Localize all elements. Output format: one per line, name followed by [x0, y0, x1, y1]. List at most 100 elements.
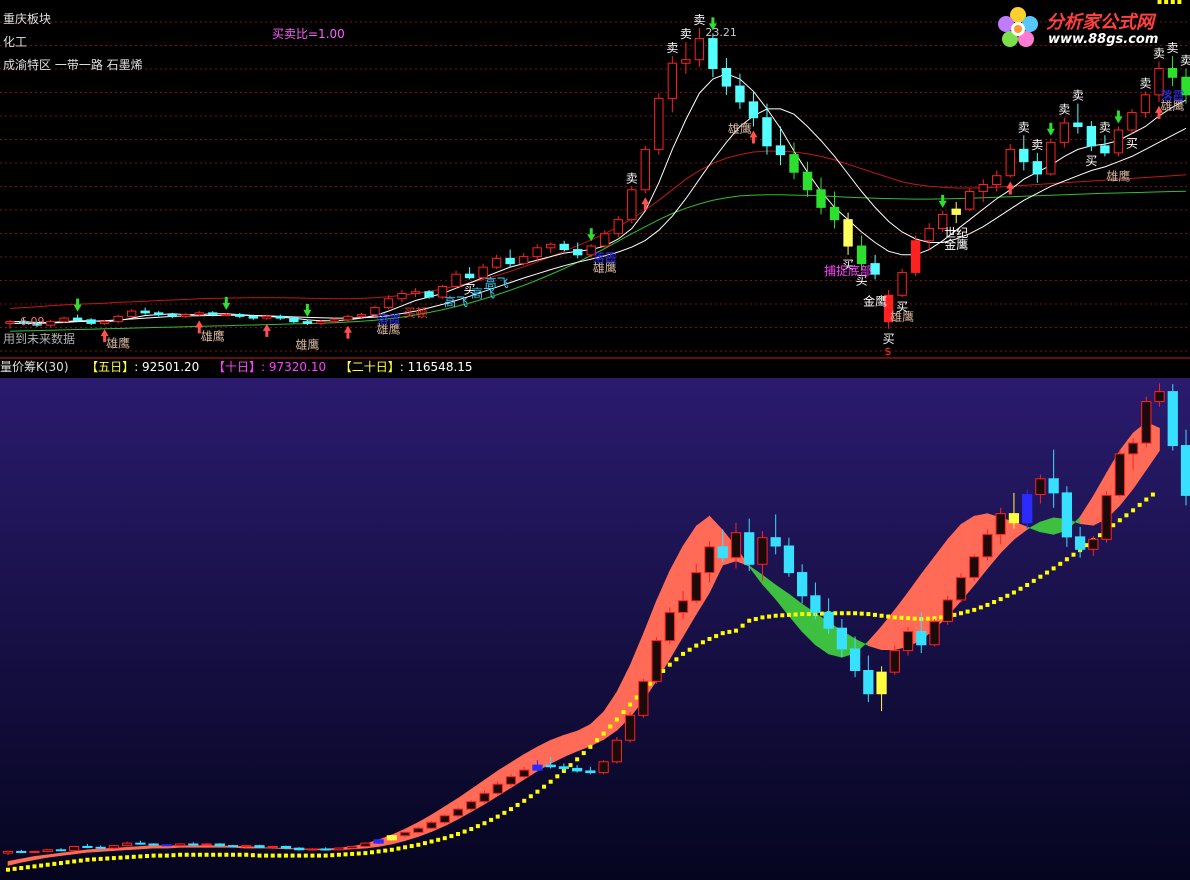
indicator-candle-body	[955, 577, 967, 601]
indicator-candle-body	[1127, 442, 1139, 455]
buy-signal-label: 买	[1085, 154, 1097, 168]
price-candle-body	[856, 245, 867, 265]
indicator-candle-body	[505, 776, 517, 785]
eagle-signal-label: 雄鹰	[1106, 168, 1130, 183]
indicator-candle-body	[889, 650, 900, 673]
industry-label: 化工	[3, 35, 28, 49]
d20-label: 【二十日】	[339, 360, 400, 374]
support-dot	[191, 852, 196, 857]
support-dot	[522, 798, 527, 803]
support-dot	[369, 850, 374, 855]
support-dot	[568, 763, 573, 768]
support-dot	[647, 681, 652, 686]
support-dot	[714, 634, 719, 639]
support-dot	[39, 863, 44, 868]
price-candle-body	[1140, 94, 1151, 113]
indicator-candle-body	[1114, 453, 1125, 496]
support-dot	[416, 842, 421, 847]
indicator-candle-body	[611, 739, 622, 763]
price-candle-body	[640, 148, 651, 191]
price-candle-body	[802, 171, 813, 191]
indicator-candle-body	[545, 764, 556, 768]
price-candle-body	[59, 317, 69, 323]
indicator-candle-body	[1008, 513, 1020, 524]
support-dot	[409, 844, 414, 849]
indicator-candle-body	[16, 850, 27, 853]
indicator-candle-body	[69, 845, 80, 852]
support-dot	[528, 794, 533, 799]
support-dot	[760, 615, 765, 620]
indicator-candle-body	[188, 843, 199, 846]
support-dot	[720, 631, 725, 636]
support-dot	[548, 779, 553, 784]
support-dot	[508, 807, 513, 812]
support-dot	[978, 605, 983, 610]
indicator-candle-body	[942, 599, 953, 623]
d10-label: 【十日】	[212, 360, 261, 374]
price-candle-body	[464, 273, 475, 279]
support-dot	[336, 852, 341, 857]
indicator-candle-body	[1022, 494, 1033, 524]
gold-eagle-label: 金鹰	[863, 293, 887, 308]
indicator-candle-body	[876, 671, 887, 695]
indicator-candle-body	[95, 846, 106, 849]
price-candle-body	[45, 321, 56, 326]
support-dot	[363, 851, 368, 856]
support-dot	[383, 848, 388, 853]
support-dot	[859, 611, 864, 616]
strong-buy-label: 买顿	[404, 306, 428, 320]
price-candle-body	[356, 314, 367, 317]
indicator-candle-body	[55, 849, 67, 852]
support-dot	[217, 852, 222, 857]
support-dot	[356, 851, 361, 856]
century-signal-label: 世纪	[944, 226, 968, 240]
support-dot	[1137, 502, 1142, 507]
support-dot	[6, 867, 10, 872]
support-dot	[343, 852, 348, 857]
stock-chart[interactable]: 卖卖卖卖卖卖卖卖卖卖卖 卖卖买买买买买买买雄鹰雄鹰雄鹰雄鹰雄鹰雄鹰雄鹰雄鹰雄鹰高飞…	[0, 0, 1190, 880]
indicator-candle-body	[108, 845, 120, 849]
support-dot	[681, 651, 686, 656]
indicator-candle-body	[439, 815, 450, 823]
support-dot	[1111, 523, 1116, 528]
sell-signal-label: 卖	[1180, 53, 1190, 67]
support-dot	[19, 866, 24, 871]
support-dot	[250, 853, 255, 858]
price-candle-body	[545, 243, 556, 249]
indicator-candle-body	[519, 769, 530, 778]
eagle-signal-label: 雄鹰	[890, 309, 914, 324]
indicator-candle-body	[399, 831, 411, 837]
indicator-candle-body	[849, 648, 861, 671]
support-dot	[495, 814, 500, 819]
price-candle-body	[573, 249, 583, 256]
flower-logo-icon	[998, 7, 1038, 47]
price-candle-body	[829, 206, 840, 221]
price-candle-body	[208, 312, 218, 316]
support-dot	[614, 717, 619, 722]
indicator-candle-body	[651, 640, 662, 682]
support-dot	[1131, 508, 1136, 513]
price-candle-body	[1073, 122, 1083, 128]
support-dot	[515, 802, 520, 807]
support-dot	[793, 612, 798, 617]
support-dot	[32, 864, 37, 869]
support-dot	[786, 612, 791, 617]
price-candle-body	[775, 145, 786, 156]
indicator-candle-body	[1101, 494, 1112, 540]
support-dot	[853, 611, 858, 616]
support-dot	[244, 852, 249, 857]
support-dot	[469, 827, 474, 832]
future-data-note: 用到未来数据	[3, 332, 76, 346]
support-dot	[588, 744, 593, 749]
support-dot	[581, 751, 586, 756]
price-candle-body	[532, 247, 542, 258]
sell-signal-label: 卖	[666, 41, 678, 55]
indicator-candle-body	[82, 845, 93, 848]
price-candle-body	[491, 257, 502, 268]
support-dot	[879, 613, 884, 618]
support-dot	[575, 757, 580, 762]
support-dot	[224, 852, 229, 857]
indicator-candle-body	[2, 850, 14, 854]
indicator-header: 量价筹K(30) 【五日】: 92501.20 【十日】: 97320.10 【…	[0, 358, 473, 376]
price-candle-body	[924, 227, 934, 242]
